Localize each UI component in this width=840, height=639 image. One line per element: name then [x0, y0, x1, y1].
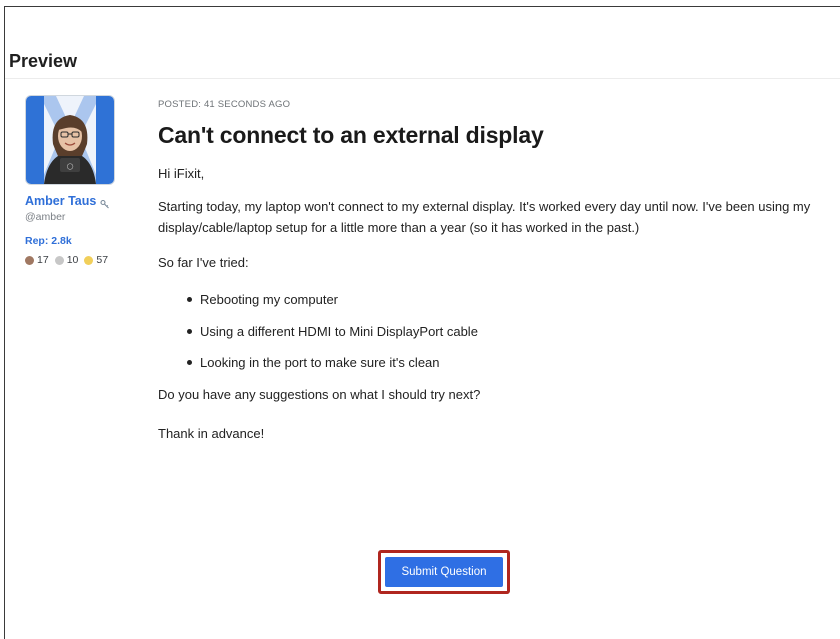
divider	[5, 78, 840, 79]
preview-heading: Preview	[9, 51, 78, 71]
gold-badge-icon	[84, 255, 94, 265]
author-row: Amber Taus	[25, 194, 145, 209]
author-sidebar: ◯ Amber Taus @amber Rep: 2.8k 17 10 57	[25, 95, 145, 266]
gold-badge-count: 57	[96, 254, 109, 266]
author-name-link[interactable]: Amber Taus	[25, 194, 96, 208]
list-item-text: Looking in the port to make sure it's cl…	[200, 355, 440, 370]
silver-badge: 10	[54, 254, 79, 266]
question-title: Can't connect to an external display	[158, 122, 544, 148]
question-paragraph: Starting today, my laptop won't connect …	[158, 199, 811, 235]
submit-question-button[interactable]: Submit Question	[385, 557, 503, 587]
tried-intro: So far I've tried:	[158, 255, 249, 270]
author-handle: @amber	[25, 211, 66, 223]
avatar-image: ◯	[26, 96, 114, 184]
list-item-text: Using a different HDMI to Mini DisplayPo…	[200, 323, 478, 339]
question-thanks: Thank in advance!	[158, 425, 265, 441]
preview-panel: Preview ◯ Amber Taus @amber Rep: 2.8k 17…	[4, 6, 840, 639]
question-greeting: Hi iFixit,	[158, 166, 205, 181]
list-item: Looking in the port to make sure it's cl…	[187, 352, 840, 373]
gold-badge: 57	[84, 254, 108, 266]
bronze-badge-count: 17	[37, 254, 49, 266]
key-icon	[100, 196, 110, 209]
badge-counts: 17 10 57	[25, 254, 145, 266]
list-item-text: Rebooting my computer	[200, 292, 339, 307]
svg-text:◯: ◯	[67, 163, 74, 170]
list-item: Using a different HDMI to Mini DisplayPo…	[187, 321, 840, 342]
silver-badge-count: 10	[66, 254, 79, 266]
silver-badge-icon	[54, 255, 64, 265]
bullet-icon	[187, 360, 192, 365]
bronze-badge-icon	[25, 255, 34, 265]
question-ask: Do you have any suggestions on what I sh…	[158, 386, 481, 402]
list-item: Rebooting my computer	[187, 289, 840, 310]
avatar[interactable]: ◯	[25, 95, 115, 185]
posted-timestamp: POSTED: 41 SECONDS AGO	[158, 99, 291, 110]
bullet-icon	[187, 328, 192, 334]
bullet-icon	[187, 297, 192, 302]
reputation-label: Rep: 2.8k	[25, 235, 72, 247]
tried-list: Rebooting my computer Using a different …	[158, 289, 840, 373]
question-content: POSTED: 41 SECONDS AGO Can't connect to …	[158, 99, 840, 444]
bronze-badge: 17	[25, 254, 49, 266]
